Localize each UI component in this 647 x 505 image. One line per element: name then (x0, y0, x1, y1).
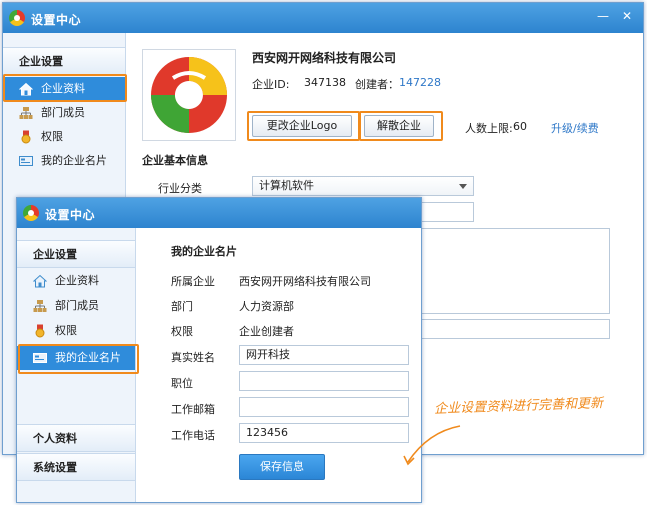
medal-icon (21, 130, 31, 144)
medal-icon (35, 324, 45, 338)
position-field[interactable] (239, 371, 409, 391)
app-logo-icon (23, 205, 39, 221)
dissolve-button[interactable]: 解散企业 (364, 115, 434, 137)
card-row-label: 部门 (171, 300, 193, 313)
industry-label: 行业分类 (158, 182, 202, 195)
back-sidebar-label: 权限 (41, 130, 63, 143)
minimize-icon[interactable]: — (593, 7, 613, 25)
card-row-value: 西安网开网络科技有限公司 (239, 275, 371, 288)
back-sidebar-header: 企业设置 (3, 47, 125, 75)
company-id-value: 347138 (304, 76, 346, 89)
front-sidebar-item-company-info[interactable]: 企业资料 (17, 269, 135, 293)
front-sidebar-label: 企业资料 (55, 274, 99, 287)
company-info-highlight (3, 74, 127, 102)
creator-label: 创建者： (355, 78, 399, 91)
back-sidebar-item-my-card[interactable]: 我的企业名片 (3, 149, 125, 173)
back-titlebar: 设置中心 — ✕ (3, 3, 643, 33)
company-logo-frame[interactable] (142, 49, 236, 141)
basic-info-title: 企业基本信息 (142, 154, 208, 167)
industry-select[interactable]: 计算机软件 (252, 176, 474, 196)
industry-select-value: 计算机软件 (259, 179, 314, 192)
front-sidebar-header: 企业设置 (17, 240, 135, 268)
back-sidebar-label: 我的企业名片 (41, 154, 107, 167)
company-id-label: 企业ID: (252, 78, 290, 91)
card-row-value: 企业创建者 (239, 325, 294, 338)
front-sidebar-label: 部门成员 (55, 299, 99, 312)
close-icon[interactable]: ✕ (617, 7, 637, 25)
front-sidebar-item-members[interactable]: 部门成员 (17, 294, 135, 318)
front-sidebar-personal[interactable]: 个人资料 (17, 424, 135, 452)
card-row-value: 人力资源部 (239, 300, 294, 313)
company-name: 西安网开网络科技有限公司 (252, 51, 397, 65)
app-logo-icon (9, 10, 25, 26)
my-card-highlight (18, 344, 139, 374)
org-chart-icon (19, 107, 33, 119)
position-label: 职位 (171, 377, 193, 390)
real-name-label: 真实姓名 (171, 351, 215, 364)
chevron-down-icon (459, 184, 467, 189)
front-titlebar: 设置中心 (17, 198, 421, 228)
card-title: 我的企业名片 (171, 245, 237, 258)
company-logo-image (151, 57, 227, 133)
org-chart-icon (33, 300, 47, 312)
save-info-button[interactable]: 保存信息 (239, 454, 325, 480)
real-name-field[interactable]: 网开科技 (239, 345, 409, 365)
front-sidebar-item-permissions[interactable]: 权限 (17, 319, 135, 343)
back-window-title: 设置中心 (31, 13, 82, 27)
annotation-arrow-icon (403, 425, 461, 466)
change-logo-button[interactable]: 更改企业Logo (252, 115, 352, 137)
member-limit-value: 60 (513, 120, 527, 133)
home-icon (33, 274, 47, 288)
upgrade-link[interactable]: 升级/续费 (551, 120, 599, 136)
business-card-icon (19, 156, 33, 166)
email-field[interactable] (239, 397, 409, 417)
front-sidebar-system[interactable]: 系统设置 (17, 453, 135, 481)
member-limit-label: 人数上限: (465, 122, 513, 135)
front-window: 设置中心 企业设置 企业资料 部门成员 权限 我的企业名片 个人资料 系统设置 … (16, 197, 422, 503)
creator-value[interactable]: 147228 (399, 76, 441, 89)
card-row-label: 权限 (171, 325, 193, 338)
back-sidebar-label: 部门成员 (41, 106, 85, 119)
front-window-title: 设置中心 (45, 208, 96, 222)
back-sidebar-item-permissions[interactable]: 权限 (3, 125, 125, 149)
back-sidebar-item-members[interactable]: 部门成员 (3, 101, 125, 125)
phone-field[interactable]: 123456 (239, 423, 409, 443)
email-label: 工作邮箱 (171, 403, 215, 416)
front-sidebar-label: 权限 (55, 324, 77, 337)
phone-label: 工作电话 (171, 429, 215, 442)
card-row-label: 所属企业 (171, 275, 215, 288)
